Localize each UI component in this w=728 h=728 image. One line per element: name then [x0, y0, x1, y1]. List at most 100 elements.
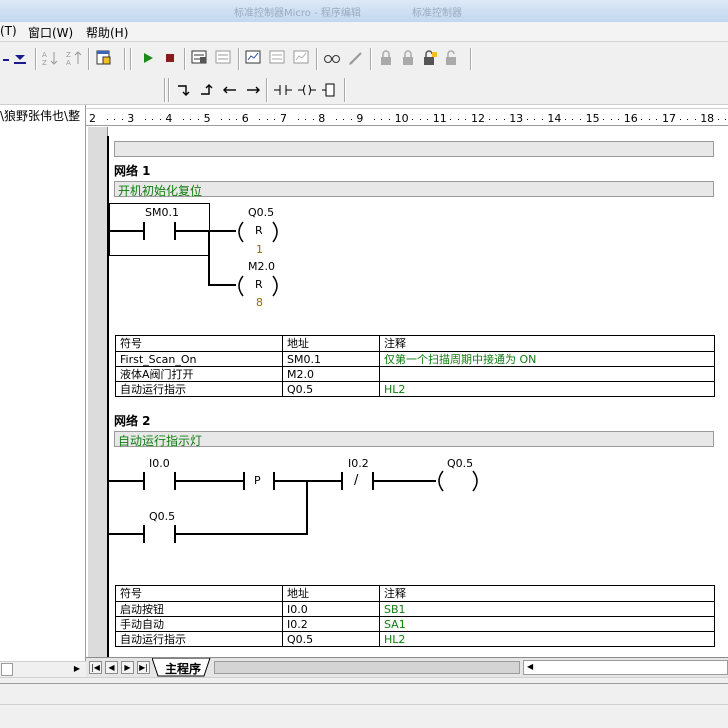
unlock-icon[interactable] — [420, 48, 440, 68]
network2-coil-address[interactable]: Q0.5 — [447, 457, 473, 470]
sort-ascending-icon[interactable]: AZ — [40, 48, 60, 68]
chart-disabled-icon[interactable] — [268, 48, 288, 68]
sym-header-address: 地址 — [282, 335, 380, 352]
network2-branch-address[interactable]: Q0.5 — [149, 510, 175, 523]
lock-force-icon[interactable] — [398, 48, 418, 68]
sort-descending-icon[interactable]: ZA — [64, 48, 84, 68]
sym-header-symbol: 符号 — [115, 335, 283, 352]
status-chart-icon[interactable] — [244, 48, 264, 68]
last-tab-icon[interactable]: ▶| — [137, 661, 150, 674]
scroll-right-icon[interactable]: ▶ — [74, 664, 80, 673]
network2-comment-bar[interactable]: 自动运行指示灯 — [114, 431, 714, 449]
ruler-tick: 15 — [585, 112, 600, 125]
network1-coil1-op: R — [255, 224, 263, 237]
ruler-dot — [121, 119, 123, 120]
tab-main[interactable]: 主程序 — [165, 660, 201, 677]
coil-icon[interactable] — [296, 80, 318, 100]
program-comment-bar[interactable] — [114, 141, 714, 157]
ruler-dot — [343, 119, 345, 120]
box-icon[interactable] — [320, 80, 338, 100]
options-icon[interactable] — [94, 48, 114, 68]
contact-icon[interactable] — [272, 80, 294, 100]
ruler-tick: 13 — [509, 112, 524, 125]
program-status-icon[interactable] — [190, 48, 210, 68]
project-tree[interactable]: \狼野张伟也\整 ▶ — [0, 105, 86, 677]
table-row[interactable]: First_Scan_On SM0.1 仅第一个扫描周期中接通为 ON — [115, 351, 715, 367]
ruler-dot — [572, 119, 574, 120]
network1-contact-address[interactable]: SM0.1 — [145, 206, 179, 219]
chart-pause-icon[interactable] — [292, 48, 312, 68]
ruler-dot — [427, 119, 429, 120]
ruler-tick: 2 — [89, 112, 96, 125]
network2-contact1-address[interactable]: I0.0 — [149, 457, 170, 470]
glasses-icon[interactable] — [322, 48, 342, 68]
network2-coil[interactable] — [435, 470, 481, 492]
unlock-all-icon[interactable] — [442, 48, 462, 68]
network2-contact2-address[interactable]: I0.2 — [348, 457, 369, 470]
network2-title[interactable]: 网络 2 — [114, 412, 151, 429]
table-row[interactable]: 启动按钮 I0.0 SB1 — [115, 601, 715, 617]
ruler-tick: 5 — [203, 112, 211, 125]
pen-icon[interactable] — [346, 48, 366, 68]
network2-edge[interactable] — [243, 472, 245, 490]
network2-nc-mark: / — [354, 473, 359, 488]
menu-help[interactable]: 帮助(H) — [86, 24, 128, 41]
network1-coil1-count[interactable]: 1 — [256, 243, 263, 256]
trend-view-icon[interactable] — [214, 48, 234, 68]
prev-tab-icon[interactable]: ◀ — [105, 661, 118, 674]
toolbar-ladder — [0, 75, 728, 105]
ladder-editor[interactable]: 网络 1 开机初始化复位 SM0.1 Q0.5 R 1 M2.0 R 8 符号 … — [88, 127, 728, 657]
ruler-dot — [488, 119, 490, 120]
line-down-icon[interactable] — [174, 80, 194, 100]
ruler-dot — [679, 119, 681, 120]
stop-icon[interactable] — [160, 48, 180, 68]
network1-title[interactable]: 网络 1 — [114, 162, 151, 179]
line-up-icon[interactable] — [197, 80, 217, 100]
ruler-dot — [641, 119, 643, 120]
lock-icon[interactable] — [376, 48, 396, 68]
table-row[interactable]: 手动自动 I0.2 SA1 — [115, 616, 715, 632]
network1-symbol-table: 符号 地址 注释 First_Scan_On SM0.1 仅第一个扫描周期中接通… — [115, 335, 715, 397]
table-row[interactable]: 自动运行指示 Q0.5 HL2 — [115, 381, 715, 397]
run-icon[interactable] — [138, 48, 158, 68]
next-tab-icon[interactable]: ▶ — [121, 661, 134, 674]
window-title-secondary: 标准控制器 — [412, 8, 462, 19]
ruler-dot — [259, 119, 261, 120]
tree-horizontal-scrollbar[interactable]: ▶ — [0, 661, 86, 677]
network2-comment[interactable]: 自动运行指示灯 — [118, 432, 202, 449]
network2-contact1[interactable] — [143, 472, 145, 490]
line-right-icon[interactable] — [243, 80, 263, 100]
network1-comment[interactable]: 开机初始化复位 — [118, 182, 202, 199]
ruler-tick: 8 — [318, 112, 326, 125]
download-icon[interactable] — [10, 48, 30, 68]
ruler-tick: 9 — [356, 112, 364, 125]
editor-left-margin — [88, 127, 108, 657]
network1-coil1-address[interactable]: Q0.5 — [248, 206, 274, 219]
network2-contact2[interactable] — [341, 472, 343, 490]
network1-coil2-address[interactable]: M2.0 — [248, 260, 275, 273]
network1-comment-bar[interactable]: 开机初始化复位 — [114, 181, 714, 199]
network2-edge-label: P — [254, 474, 261, 487]
line-left-icon[interactable] — [220, 80, 240, 100]
ruler-dot — [503, 119, 505, 120]
network1-coil2-count[interactable]: 8 — [256, 296, 263, 309]
sym-header-comment: 注释 — [379, 335, 715, 352]
ruler-dot — [221, 119, 223, 120]
first-tab-icon[interactable]: |◀ — [89, 661, 102, 674]
horizontal-scrollbar[interactable]: ◀ — [523, 660, 728, 675]
network2-branch-contact[interactable] — [143, 525, 145, 543]
ruler-dot — [687, 119, 688, 120]
sym2-header-comment: 注释 — [379, 585, 715, 602]
scroll-left-icon[interactable]: ◀ — [527, 662, 533, 671]
window-title: 标准控制器Micro - 程序编辑 — [234, 8, 361, 19]
ruler-tick: 10 — [394, 112, 409, 125]
ruler-dot — [457, 119, 459, 120]
menu-window[interactable]: 窗口(W) — [28, 24, 73, 41]
table-row[interactable]: 自动运行指示 Q0.5 HL2 — [115, 631, 715, 647]
tree-path-label[interactable]: \狼野张伟也\整 — [0, 107, 80, 124]
network1-contact[interactable] — [143, 222, 145, 240]
table-row[interactable]: 液体A阀门打开 M2.0 — [115, 366, 715, 382]
ruler-tick: 11 — [432, 112, 447, 125]
ruler-tick: 17 — [662, 112, 676, 125]
menu-tools[interactable]: (T) — [0, 24, 17, 38]
